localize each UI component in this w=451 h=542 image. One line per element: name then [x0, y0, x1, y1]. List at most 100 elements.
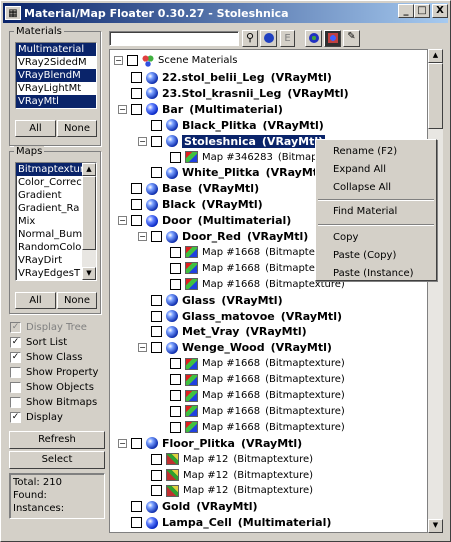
tree-checkbox[interactable] — [170, 390, 181, 401]
tree-scrollbar[interactable]: ▲ ▼ — [428, 49, 443, 533]
menu-item-find-material[interactable]: Find Material — [333, 206, 397, 217]
option-checkbox[interactable] — [10, 367, 21, 378]
material-type-item[interactable]: VRay2SidedM — [16, 56, 96, 69]
tree-row[interactable]: Map #1668 (Bitmaptexture) — [157, 403, 345, 420]
maps-scrollbar[interactable]: ▲ ▼ — [82, 163, 96, 280]
tree-checkbox[interactable] — [131, 103, 142, 115]
collapse-icon[interactable]: − — [114, 56, 123, 65]
menu-item-copy[interactable]: Copy — [333, 232, 358, 243]
option-show-bitmaps[interactable]: Show Bitmaps — [10, 395, 97, 410]
collapse-icon[interactable]: − — [138, 136, 147, 146]
option-sort-list[interactable]: ✓ Sort List — [10, 335, 67, 350]
tree-scroll-thumb[interactable] — [428, 63, 443, 129]
option-show-objects[interactable]: Show Objects — [10, 380, 94, 395]
collapse-icon[interactable]: − — [118, 216, 127, 226]
menu-item-paste-instance[interactable]: Paste (Instance) — [333, 268, 414, 279]
find-button[interactable]: ⚲ — [242, 30, 258, 47]
refresh-button[interactable]: Refresh — [9, 431, 105, 449]
tree-row[interactable]: 23.Stol_krasnii_Leg (VRayMtl) — [118, 85, 349, 102]
tree-checkbox[interactable] — [151, 453, 162, 465]
option-checkbox[interactable] — [10, 382, 21, 393]
tree-row[interactable]: − Door (Multimaterial) — [118, 212, 291, 229]
material-tool-button-1[interactable] — [305, 30, 322, 47]
maps-scroll-up-arrow[interactable]: ▲ — [82, 163, 96, 176]
tree-checkbox[interactable] — [131, 199, 142, 211]
minimize-button[interactable]: _ — [398, 4, 414, 18]
tree-checkbox[interactable] — [170, 278, 181, 290]
tree-row[interactable]: 22.stol_belii_Leg (VRayMtl) — [118, 69, 332, 86]
tree-checkbox[interactable] — [151, 310, 162, 322]
option-checkbox[interactable]: ✓ — [10, 352, 21, 363]
tree-checkbox[interactable] — [131, 215, 142, 227]
tree-checkbox[interactable] — [170, 405, 181, 417]
collapse-icon[interactable]: − — [118, 438, 127, 448]
tree-scroll-up-arrow[interactable]: ▲ — [428, 49, 443, 63]
materials-all-button[interactable]: All — [15, 120, 56, 137]
tree-checkbox[interactable] — [151, 135, 162, 147]
collapse-icon[interactable]: − — [138, 343, 147, 353]
tree-checkbox[interactable] — [131, 501, 142, 513]
maximize-button[interactable]: □ — [414, 4, 430, 18]
tree-checkbox[interactable] — [127, 55, 138, 66]
menu-item-expand-all[interactable]: Expand All — [333, 164, 386, 175]
collapse-icon[interactable]: − — [118, 104, 127, 114]
tree-checkbox[interactable] — [151, 167, 162, 179]
tree-row[interactable]: Gold (VRayMtl) — [118, 498, 258, 515]
tree-scroll-down-arrow[interactable]: ▼ — [428, 519, 443, 533]
menu-item-paste-copy[interactable]: Paste (Copy) — [333, 250, 396, 261]
option-display[interactable]: ✓ Display — [10, 410, 63, 425]
materials-listbox[interactable]: Multimaterial VRay2SidedM VRayBlendM VRayLi… — [15, 42, 97, 109]
option-checkbox[interactable]: ✓ — [10, 337, 21, 348]
material-type-item[interactable]: VRayMtl — [16, 95, 96, 108]
tree-row[interactable]: − Wenge_Wood (VRayMtl) — [138, 339, 332, 356]
menu-item-collapse-all[interactable]: Collapse All — [333, 182, 391, 193]
tree-row[interactable]: − Bar (Multimaterial) — [118, 101, 283, 118]
tree-row[interactable]: Map #12 (Bitmaptexture) — [138, 451, 313, 468]
maps-scroll-thumb[interactable] — [82, 176, 96, 250]
tree-checkbox[interactable] — [170, 421, 181, 433]
maps-none-button[interactable]: None — [57, 292, 97, 309]
tree-checkbox[interactable] — [131, 72, 142, 83]
tree-checkbox[interactable] — [170, 374, 181, 386]
close-button[interactable]: X — [432, 4, 448, 18]
maps-scroll-down-arrow[interactable]: ▼ — [82, 267, 96, 280]
tree-checkbox[interactable] — [170, 151, 181, 163]
option-show-class[interactable]: ✓ Show Class — [10, 350, 82, 365]
tree-row[interactable]: Met_Vray (VRayMtl) — [138, 323, 307, 340]
search-input[interactable] — [109, 31, 239, 46]
tree-checkbox[interactable] — [170, 246, 181, 258]
tree-row[interactable]: − Floor_Plitka (VRayMtl) — [118, 435, 302, 452]
tree-row[interactable]: Glass_matovoe (VRayMtl) — [138, 308, 342, 325]
material-type-item[interactable]: VRayLightMt — [16, 82, 96, 95]
spheres-button[interactable] — [260, 30, 277, 47]
tree-row[interactable]: Map #12 (Bitmaptexture) — [138, 482, 313, 499]
tree-checkbox[interactable] — [131, 183, 142, 195]
tree-row[interactable]: − Stoleshnica (VRayMtl) — [138, 133, 326, 150]
tree-row[interactable]: Map #1668 (Bitmaptexture) — [157, 419, 345, 436]
tree-checkbox[interactable] — [151, 294, 162, 306]
tree-row[interactable]: White_Plitka (VRayMtl) — [138, 164, 327, 181]
tree-row[interactable]: Map #1668 (Bitmaptexture) — [157, 371, 345, 388]
tree-row[interactable]: Lampa_Cell (Multimaterial) — [118, 514, 331, 531]
option-checkbox[interactable]: ✓ — [10, 412, 21, 423]
material-type-item[interactable]: VRayBlendM — [16, 69, 96, 82]
collapse-icon[interactable]: − — [138, 232, 147, 241]
menu-item-rename-f2[interactable]: Rename (F2) — [333, 146, 397, 157]
option-checkbox[interactable] — [10, 397, 21, 408]
tree-checkbox[interactable] — [151, 342, 162, 354]
tree-root[interactable]: − Scene Materials — [114, 52, 238, 69]
materials-none-button[interactable]: None — [57, 120, 97, 137]
tree-checkbox[interactable] — [131, 517, 142, 529]
tree-row[interactable]: Map #1668 (Bitmaptexture) — [157, 355, 345, 372]
tree-checkbox[interactable] — [151, 119, 162, 131]
tree-checkbox[interactable] — [131, 87, 142, 99]
tree-checkbox[interactable] — [131, 437, 142, 449]
material-tree[interactable]: − Scene Materials 22.stol_belii_Leg (VRay… — [109, 49, 428, 533]
tree-row[interactable]: Map #12 (Bitmaptexture) — [138, 467, 313, 484]
select-button[interactable]: Select — [9, 451, 105, 469]
tree-row[interactable]: Black_Plitka (VRayMtl) — [138, 117, 324, 134]
tree-row[interactable]: − Door_Red (VRayMtl) — [138, 228, 308, 245]
title-bar[interactable]: ▦ Material/Map Floater 0.30.27 - Stolesh… — [3, 3, 448, 23]
option-display-tree[interactable]: ✓ Display Tree — [10, 320, 87, 335]
e-button[interactable]: E — [280, 30, 295, 47]
